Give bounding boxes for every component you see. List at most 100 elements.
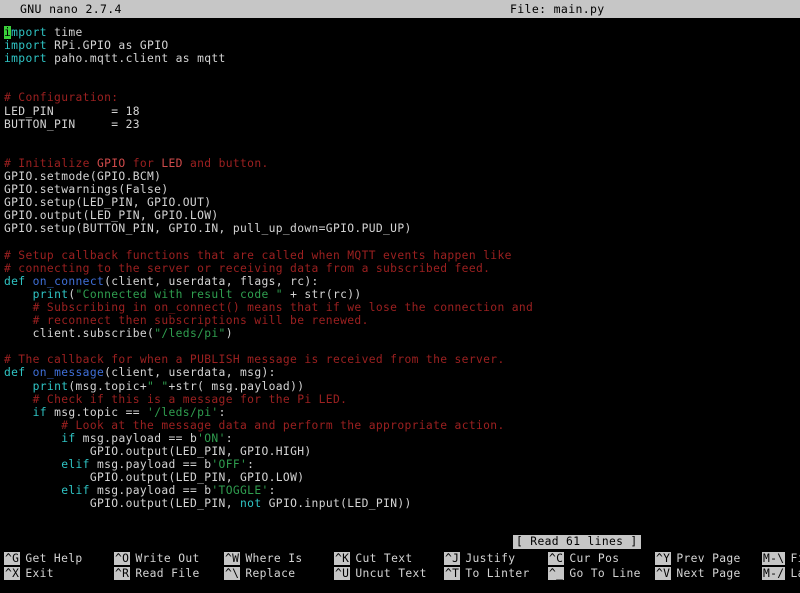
- shortcut-row-top: ^G Get Help ^O Write Out ^W Where Is ^K Cut Tex…: [0, 551, 800, 566]
- shortcut-item[interactable]: ^U Uncut Text: [334, 566, 427, 581]
- shortcut-label: Prev Page: [676, 552, 741, 565]
- code-token: LED_PIN = 18: [4, 104, 140, 118]
- shortcut-key: ^W: [224, 552, 241, 565]
- code-line: GPIO.setwarnings(False): [0, 183, 800, 196]
- code-token: (client, userdata, flags, rc):: [104, 274, 319, 288]
- editor-text-area[interactable]: import time import RPi.GPIO as GPIO import…: [0, 26, 800, 531]
- code-token: msg.payload == b: [89, 458, 212, 472]
- code-token: +str( msg.payload)): [168, 379, 305, 393]
- code-token: '/leds/pi': [147, 405, 219, 419]
- code-token: # Look at the message data and perform t…: [61, 418, 505, 432]
- code-token: # Configuration:: [4, 91, 119, 105]
- code-token: (: [68, 287, 76, 301]
- code-token: GPIO.setmode(GPIO.BCM): [4, 170, 162, 184]
- code-line: if msg.payload == b'ON':: [0, 432, 800, 445]
- code-token: :: [218, 405, 226, 419]
- code-line: # Check if this is a message for the Pi …: [0, 393, 800, 406]
- shortcut-key: M-\: [762, 552, 786, 565]
- shortcut-item[interactable]: ^Y Prev Page: [655, 551, 741, 566]
- code-token: :: [225, 431, 233, 445]
- shortcut-item[interactable]: ^J Justify: [444, 551, 515, 566]
- shortcut-key: ^J: [444, 552, 461, 565]
- code-token: # Initialize: [4, 156, 97, 170]
- code-token: BUTTON_PIN = 23: [4, 117, 140, 131]
- code-token: def: [4, 366, 26, 380]
- shortcut-label: Replace: [245, 567, 296, 580]
- code-line: LED_PIN = 18: [0, 105, 800, 118]
- shortcut-item[interactable]: M-\ Fir: [762, 551, 800, 566]
- code-token: if: [32, 405, 47, 419]
- code-token: elif: [61, 458, 90, 472]
- code-token: GPIO.setup(LED_PIN, GPIO.OUT): [4, 196, 212, 210]
- code-token: (msg.topic+: [68, 379, 148, 393]
- shortcut-label: Go To Line: [569, 567, 641, 580]
- code-line: GPIO.setup(LED_PIN, GPIO.OUT): [0, 196, 800, 209]
- shortcut-item[interactable]: ^T To Linter: [444, 566, 530, 581]
- code-line: GPIO.output(LED_PIN, GPIO.LOW): [0, 209, 800, 222]
- code-line: # Subscribing in on_connect() means that…: [0, 301, 800, 314]
- shortcut-item[interactable]: ^R Read File: [114, 566, 200, 581]
- code-token: :: [268, 484, 276, 498]
- shortcut-label: Uncut Text: [355, 567, 427, 580]
- code-token: if: [61, 431, 76, 445]
- shortcut-label: Get Help: [25, 552, 83, 565]
- code-token: :: [247, 458, 255, 472]
- code-line: # The callback for when a PUBLISH messag…: [0, 353, 800, 366]
- code-line: # Look at the message data and perform t…: [0, 419, 800, 432]
- code-token: # Subscribing in on_connect() means that…: [32, 300, 534, 314]
- shortcut-key: M-/: [762, 567, 786, 580]
- shortcut-label: Las: [790, 567, 800, 580]
- code-token: msg.topic ==: [46, 405, 148, 419]
- shortcut-item[interactable]: ^O Write Out: [114, 551, 200, 566]
- code-token: elif: [61, 484, 90, 498]
- code-line: GPIO.setmode(GPIO.BCM): [0, 170, 800, 183]
- shortcut-key: ^K: [334, 552, 351, 565]
- shortcut-item[interactable]: ^C Cur Pos: [548, 551, 619, 566]
- nano-terminal-window: GNU nano 2.7.4 File: main.py import time…: [0, 0, 800, 593]
- code-token: # Check if this is a message for the Pi …: [32, 392, 348, 406]
- shortcut-label: Write Out: [135, 552, 200, 565]
- shortcut-label: Read File: [135, 567, 200, 580]
- code-line: # Setup callback functions that are call…: [0, 249, 800, 262]
- shortcut-item[interactable]: ^\ Replace: [224, 566, 295, 581]
- shortcut-item[interactable]: ^V Next Page: [655, 566, 741, 581]
- code-token: print: [32, 379, 69, 393]
- shortcut-item[interactable]: ^G Get Help: [4, 551, 83, 566]
- code-line: BUTTON_PIN = 23: [0, 118, 800, 131]
- shortcut-item[interactable]: ^K Cut Text: [334, 551, 413, 566]
- code-line: client.subscribe("/leds/pi"): [0, 327, 800, 340]
- shortcut-item[interactable]: ^W Where Is: [224, 551, 303, 566]
- code-token: and button.: [182, 156, 269, 170]
- shortcut-label: Cur Pos: [569, 552, 620, 565]
- code-line: print(msg.topic+" "+str( msg.payload)): [0, 380, 800, 393]
- code-token: " ": [147, 379, 169, 393]
- shortcut-key: ^V: [655, 567, 672, 580]
- shortcut-item[interactable]: M-/ Las: [762, 566, 800, 581]
- code-token: client.subscribe(: [32, 327, 155, 341]
- shortcut-label: Fir: [790, 552, 800, 565]
- code-token: GPIO.setup(BUTTON_PIN, GPIO.IN, pull_up_…: [4, 222, 412, 236]
- code-line: if msg.topic == '/leds/pi':: [0, 406, 800, 419]
- shortcut-label: Exit: [25, 567, 54, 580]
- code-token: # The callback for when a PUBLISH messag…: [4, 353, 505, 367]
- shortcut-item[interactable]: ^X Exit: [4, 566, 54, 581]
- code-line: print("Connected with result code " + st…: [0, 288, 800, 301]
- code-line: GPIO.output(LED_PIN, GPIO.LOW): [0, 471, 800, 484]
- shortcut-key: ^X: [4, 567, 21, 580]
- code-token: "Connected with result code ": [75, 287, 283, 301]
- shortcut-key: ^C: [548, 552, 565, 565]
- shortcut-item[interactable]: ^_ Go To Line: [548, 566, 641, 581]
- code-token: not: [240, 497, 262, 511]
- code-line: # reconnect then subscriptions will be r…: [0, 314, 800, 327]
- status-message: [ Read 61 lines ]: [513, 535, 641, 549]
